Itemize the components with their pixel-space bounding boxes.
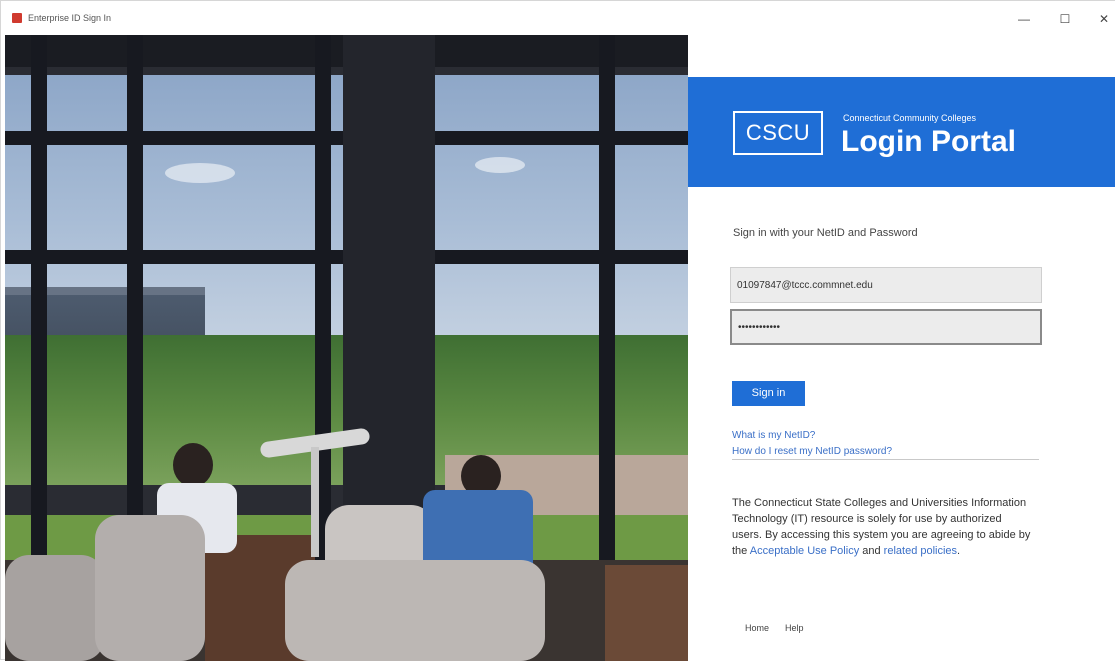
usage-notice: The Connecticut State Colleges and Unive… (732, 495, 1032, 559)
brand-subtitle: Connecticut Community Colleges (843, 113, 977, 123)
brand-banner: CSCU Connecticut Community Colleges Logi… (688, 77, 1115, 187)
what-is-netid-link[interactable]: What is my NetID? (732, 430, 815, 441)
armchair (95, 515, 205, 661)
close-button[interactable]: ✕ (1089, 7, 1115, 31)
cloud (475, 157, 525, 173)
person-head (173, 443, 213, 487)
armchair (5, 555, 105, 661)
side-table (605, 565, 688, 661)
sign-in-window: Enterprise ID Sign In — ☐ ✕ CSCU Connect… (0, 0, 1115, 661)
password-input[interactable] (730, 309, 1042, 345)
minimize-button[interactable]: — (1009, 7, 1039, 31)
footer-help-link[interactable]: Help (785, 623, 804, 633)
window-title: Enterprise ID Sign In (28, 13, 112, 23)
related-policies-link[interactable]: related policies (884, 545, 957, 557)
reset-password-link[interactable]: How do I reset my NetID password? (732, 446, 892, 457)
notice-text-end: . (957, 545, 961, 557)
armchair (285, 560, 545, 661)
netid-input[interactable] (730, 267, 1042, 303)
lamp-post (311, 447, 319, 557)
brand-title: Login Portal (841, 125, 1016, 158)
login-panel: CSCU Connecticut Community Colleges Logi… (688, 35, 1115, 661)
maximize-button[interactable]: ☐ (1050, 7, 1080, 31)
cscu-logo: CSCU (733, 111, 823, 155)
signin-heading: Sign in with your NetID and Password (733, 227, 918, 239)
sign-in-button[interactable]: Sign in (732, 381, 805, 406)
cloud (165, 163, 235, 183)
acceptable-use-policy-link[interactable]: Acceptable Use Policy (750, 545, 859, 557)
background-photo (5, 35, 688, 661)
divider (732, 459, 1039, 460)
app-icon (12, 13, 22, 23)
notice-text-and: and (859, 545, 884, 557)
footer-home-link[interactable]: Home (745, 623, 769, 633)
title-bar: Enterprise ID Sign In — ☐ ✕ (1, 1, 1115, 35)
